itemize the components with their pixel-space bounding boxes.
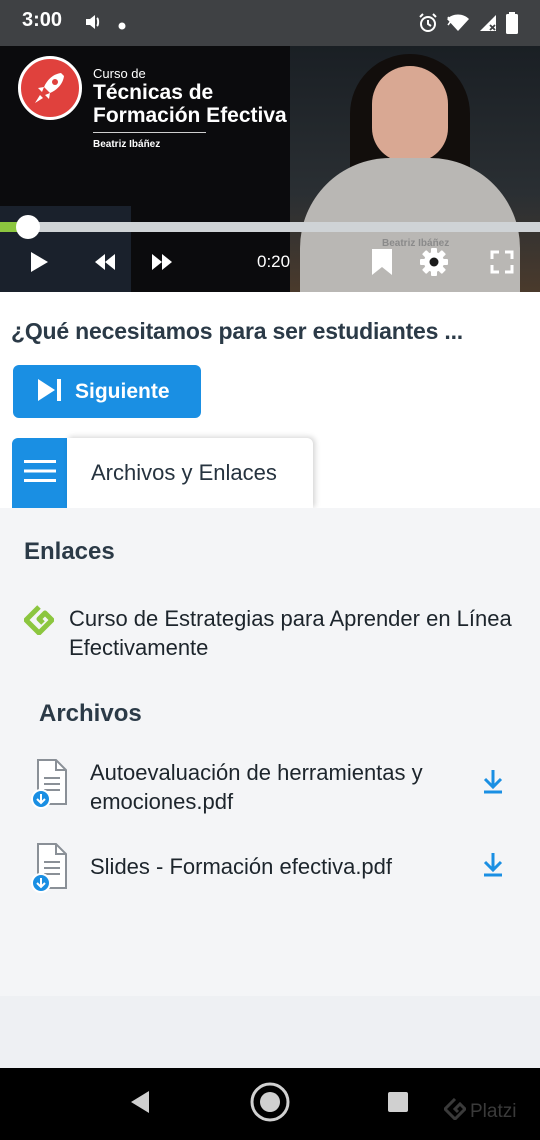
download-icon (482, 851, 504, 881)
link-text[interactable]: Curso de Estrategias para Aprender en Lí… (69, 604, 524, 662)
file-item[interactable]: Slides - Formación efectiva.pdf (30, 842, 520, 893)
links-heading: Enlaces (24, 538, 115, 565)
next-lesson-button[interactable]: Siguiente (13, 365, 201, 418)
rewind-icon (93, 253, 117, 275)
volume-icon (84, 12, 104, 36)
lesson-title: ¿Qué necesitamos para ser estudiantes ..… (11, 318, 463, 344)
menu-tab[interactable] (12, 438, 68, 508)
download-icon (482, 768, 504, 798)
settings-button[interactable] (419, 247, 449, 281)
presenter-face (372, 66, 448, 162)
fast-forward-button[interactable] (147, 249, 177, 279)
file-item[interactable]: Autoevaluación de herramientas y emocion… (30, 758, 520, 816)
alarm-icon (418, 13, 438, 37)
wifi-icon (446, 13, 470, 37)
back-triangle-icon (129, 1090, 151, 1118)
play-icon (29, 251, 49, 277)
fast-forward-icon (150, 253, 174, 275)
link-item[interactable]: Curso de Estrategias para Aprender en Lí… (23, 604, 524, 662)
recents-button[interactable] (384, 1090, 412, 1118)
play-button[interactable] (24, 249, 54, 279)
course-title-card: Curso de Técnicas de Formación Efectiva … (93, 66, 287, 150)
current-time: 0:20 (257, 252, 291, 271)
platzi-logo-icon (442, 1097, 468, 1126)
platzi-link-icon (23, 605, 55, 636)
course-title-line2: Formación Efectiva (93, 104, 287, 127)
home-button[interactable] (248, 1082, 292, 1126)
fullscreen-icon (490, 250, 514, 278)
status-bar: 3:00 (0, 0, 540, 46)
next-button-label: Siguiente (75, 379, 170, 403)
hamburger-menu-icon (24, 459, 56, 487)
skip-next-icon (37, 378, 63, 406)
tab-files-and-links[interactable]: Archivos y Enlaces (67, 438, 313, 508)
course-author: Beatriz Ibáñez (93, 139, 161, 150)
video-progress-bar[interactable] (0, 215, 540, 239)
file-name[interactable]: Autoevaluación de herramientas y emocion… (90, 758, 460, 816)
bookmark-icon (371, 248, 393, 280)
files-heading: Archivos (39, 700, 142, 727)
status-time: 3:00 (22, 9, 63, 31)
platzi-watermark-text: Platzi (470, 1101, 517, 1122)
video-player[interactable]: Beatriz Ibáñez Curso de Técnicas de Form… (0, 46, 540, 292)
course-prefix: Curso de (93, 66, 146, 81)
settings-icon (419, 247, 449, 281)
download-button[interactable] (479, 851, 507, 881)
course-title-line1: Técnicas de (93, 81, 214, 104)
rocket-icon (18, 56, 82, 120)
battery-icon (506, 12, 518, 38)
bookmark-button[interactable] (367, 249, 397, 279)
pdf-file-icon (30, 842, 74, 893)
signal-icon (478, 13, 498, 37)
file-name[interactable]: Slides - Formación efectiva.pdf (90, 842, 460, 892)
platzi-watermark: Platzi (442, 1097, 517, 1126)
video-progress-handle[interactable] (16, 215, 41, 239)
pdf-file-icon (30, 758, 74, 809)
download-button[interactable] (479, 768, 507, 798)
course-divider (93, 132, 206, 133)
fullscreen-button[interactable] (487, 249, 517, 279)
resources-panel (0, 508, 540, 996)
back-button[interactable] (122, 1088, 158, 1120)
recents-square-icon (387, 1091, 409, 1117)
rewind-button[interactable] (90, 249, 120, 279)
home-circle-icon (249, 1081, 291, 1127)
notification-dot-icon (118, 15, 126, 34)
